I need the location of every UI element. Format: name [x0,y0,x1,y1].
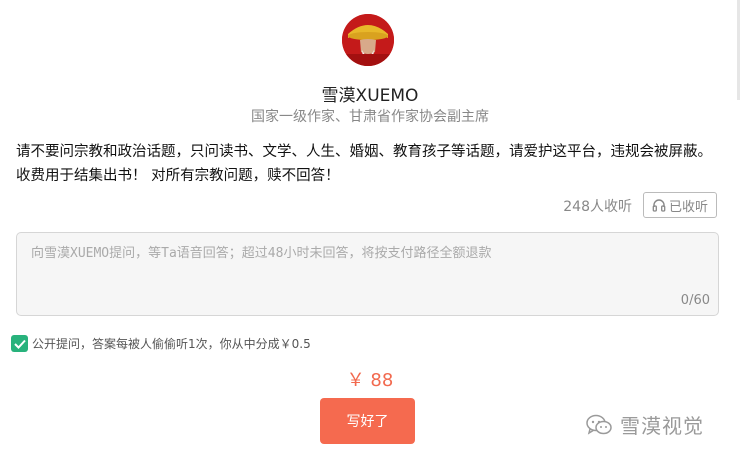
listener-count: 248人收听 [563,199,632,215]
headphones-icon [652,199,666,212]
public-option-label: 公开提问，答案每被人偷偷听1次，你从中分成￥0.5 [32,337,311,351]
check-icon [13,339,26,349]
author-title: 国家一级作家、甘肃省作家协会副主席 [251,109,489,125]
question-price: ￥ 88 [346,370,394,391]
wechat-icon [586,414,612,435]
listened-button[interactable]: 已收听 [643,192,717,218]
avatar [342,14,394,66]
watermark-text: 雪漠视觉 [620,414,704,438]
public-checkbox[interactable] [11,335,28,352]
listened-button-label: 已收听 [668,199,708,215]
watermark: 雪漠视觉 [586,410,704,439]
submit-button[interactable]: 写好了 [320,398,415,444]
question-input[interactable] [17,233,718,315]
char-counter: 0/60 [680,293,710,308]
public-question-option[interactable]: 公开提问，答案每被人偷偷听1次，你从中分成￥0.5 [11,335,311,352]
question-box: 0/60 [16,232,719,316]
question-guidelines: 请不要问宗教和政治话题，只问读书、文学、人生、婚姻、教育孩子等话题，请爱护这平台… [16,144,712,184]
author-name: 雪漠XUEMO [321,86,419,106]
avatar-image [342,14,394,66]
